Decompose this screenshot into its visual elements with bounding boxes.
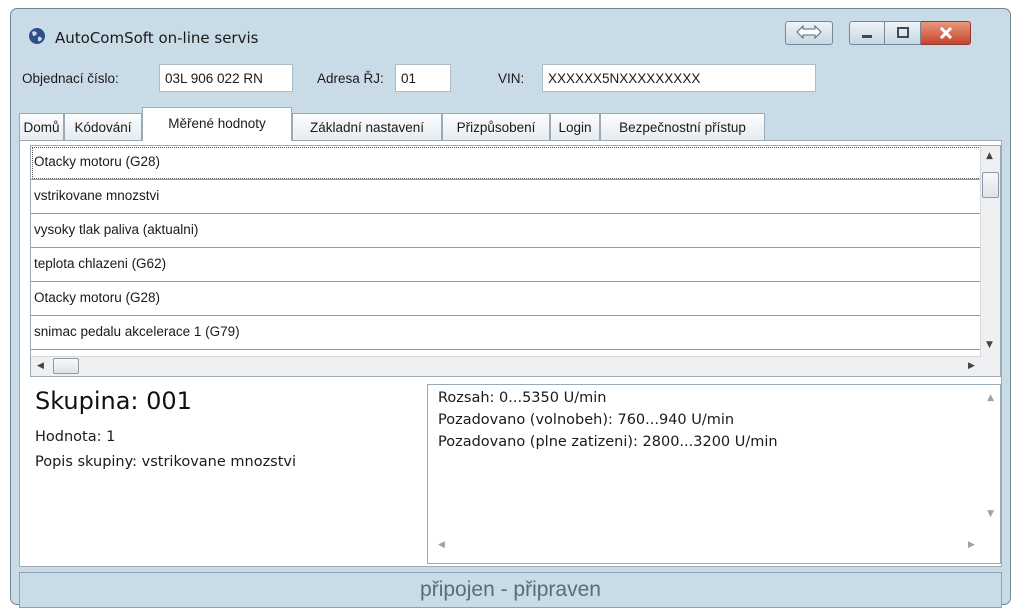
double-arrow-icon — [796, 24, 822, 43]
list-item[interactable]: vstrikovane mnozstvi — [31, 180, 982, 214]
info-bar: Objednací číslo: 03L 906 022 RN Adresa Ř… — [11, 61, 1010, 97]
close-button[interactable] — [921, 21, 971, 45]
detail-line: Rozsah: 0...5350 U/min — [438, 390, 607, 406]
window-title: AutoComSoft on-line servis — [55, 29, 259, 47]
scroll-down-icon[interactable]: ▼ — [986, 340, 993, 350]
order-number-label: Objednací číslo: — [22, 71, 119, 86]
list-item[interactable]: vysoky tlak paliva (aktualni) — [31, 214, 982, 248]
globe-icon — [28, 27, 46, 45]
group-value: Hodnota: 1 — [35, 429, 116, 445]
tab-security-access[interactable]: Bezpečnostní přístup — [600, 113, 765, 140]
scroll-up-icon[interactable]: ▲ — [987, 393, 994, 403]
details-textbox[interactable]: Rozsah: 0...5350 U/min Pozadovano (volno… — [427, 384, 1001, 564]
status-bar: připojen - připraven — [19, 572, 1002, 608]
list-item[interactable]: Otacky motoru (G28) — [31, 282, 982, 316]
scroll-right-icon[interactable]: ▶ — [968, 540, 975, 550]
scroll-right-icon[interactable]: ▶ — [968, 361, 975, 371]
vin-field[interactable]: XXXXXX5NXXXXXXXXX — [542, 64, 816, 92]
tab-adaptation[interactable]: Přizpůsobení — [442, 113, 550, 140]
list-vertical-scrollbar[interactable]: ▲ ▼ — [980, 146, 1000, 358]
detail-line: Pozadovano (plne zatizeni): 2800...3200 … — [438, 434, 778, 450]
tab-home[interactable]: Domů — [19, 113, 64, 140]
list-item[interactable]: snimac pedalu akcelerace 1 (G79) — [31, 316, 982, 350]
scroll-up-icon[interactable]: ▲ — [986, 151, 993, 161]
address-label: Adresa ŘJ: — [317, 71, 384, 86]
scroll-down-icon[interactable]: ▼ — [987, 509, 994, 519]
title-bar[interactable]: AutoComSoft on-line servis — [11, 9, 1010, 57]
minimize-icon — [860, 24, 874, 43]
list-horizontal-scrollbar[interactable]: ◀ ▶ — [31, 356, 982, 376]
scroll-left-icon[interactable]: ◀ — [37, 361, 44, 371]
maximize-button[interactable] — [885, 21, 921, 45]
tab-basic-settings[interactable]: Základní nastavení — [292, 113, 442, 140]
list-item[interactable]: teplota chlazeni (G62) — [31, 248, 982, 282]
tab-login[interactable]: Login — [550, 113, 600, 140]
close-icon — [939, 24, 953, 43]
swap-button[interactable] — [785, 21, 833, 45]
group-info: Skupina: 001 Hodnota: 1 Popis skupiny: v… — [35, 387, 415, 562]
detail-line: Pozadovano (volnobeh): 760...940 U/min — [438, 412, 735, 428]
app-window: AutoComSoft on-line servis Objednací čís… — [10, 8, 1011, 608]
horizontal-scroll-thumb[interactable] — [53, 358, 79, 374]
scrollbar-corner — [981, 357, 1000, 376]
address-field[interactable]: 01 — [395, 64, 451, 92]
tab-measured-values[interactable]: Měřené hodnoty — [142, 107, 292, 141]
group-description: Popis skupiny: vstrikovane mnozstvi — [35, 454, 297, 470]
vin-label: VIN: — [498, 71, 525, 86]
scroll-left-icon[interactable]: ◀ — [438, 540, 445, 550]
tab-coding[interactable]: Kódování — [64, 113, 142, 140]
vertical-scroll-thumb[interactable] — [982, 172, 999, 198]
list-item[interactable]: Otacky motoru (G28) — [31, 146, 982, 180]
group-title: Skupina: 001 — [35, 387, 192, 415]
minimize-button[interactable] — [849, 21, 885, 45]
order-number-field[interactable]: 03L 906 022 RN — [159, 64, 293, 92]
maximize-icon — [896, 24, 910, 43]
measured-values-list[interactable]: Otacky motoru (G28) vstrikovane mnozstvi… — [30, 145, 1001, 377]
